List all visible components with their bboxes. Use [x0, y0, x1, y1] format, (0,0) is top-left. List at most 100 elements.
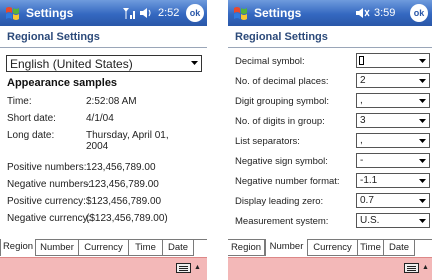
- page-title: Regional Settings: [7, 31, 100, 43]
- dropdown-button[interactable]: [188, 56, 201, 71]
- locale-dropdown[interactable]: English (United States): [6, 55, 202, 72]
- dropdown-button[interactable]: [416, 114, 429, 127]
- title-bar: Settings 2:52 ok: [0, 0, 207, 26]
- samples-heading: Appearance samples: [7, 77, 118, 89]
- sample-value-negative-currency: ($123,456,789.00): [86, 213, 168, 224]
- ok-button[interactable]: ok: [410, 4, 428, 22]
- chevron-down-icon: [419, 119, 426, 123]
- decimal-places-value: 2: [360, 75, 366, 86]
- ok-button[interactable]: ok: [186, 4, 204, 22]
- sample-value-long-date: Thursday, April 01, 2004: [86, 130, 169, 152]
- clock: 3:59: [374, 7, 396, 19]
- app-title: Settings: [254, 6, 302, 20]
- dropdown-button[interactable]: [416, 214, 429, 227]
- tab-date[interactable]: Date: [163, 240, 194, 256]
- sample-value-negative-numbers: -123,456,789.00: [86, 179, 159, 190]
- negative-number-format-combo[interactable]: -1.1: [356, 173, 430, 188]
- menu-bar: ▲: [228, 257, 432, 280]
- tab-currency[interactable]: Currency: [79, 240, 129, 256]
- dropdown-button[interactable]: [416, 74, 429, 87]
- dropdown-button[interactable]: [416, 194, 429, 207]
- sample-value-positive-currency: $123,456,789.00: [86, 196, 162, 207]
- windows-flag-icon[interactable]: [3, 3, 23, 23]
- input-menu-arrow-icon[interactable]: ▲: [194, 264, 201, 271]
- speaker-icon[interactable]: [355, 5, 371, 21]
- sample-label-time: Time:: [7, 96, 32, 107]
- sample-label-positive-numbers: Positive numbers:: [7, 162, 87, 173]
- digit-grouping-symbol-value: ,: [360, 95, 363, 106]
- signal-icon[interactable]: [120, 5, 154, 21]
- dropdown-button[interactable]: [416, 154, 429, 167]
- menu-bar: ▲: [0, 257, 207, 280]
- list-separators-combo[interactable]: ,: [356, 133, 430, 148]
- label-list-separators: List separators:: [235, 136, 300, 147]
- label-decimal-places: No. of decimal places:: [235, 76, 329, 87]
- divider: [0, 47, 207, 48]
- label-decimal-symbol: Decimal symbol:: [235, 56, 305, 67]
- list-separators-value: ,: [360, 135, 363, 146]
- dropdown-button[interactable]: [416, 94, 429, 107]
- screen-number-tab: Settings 3:59 ok Regional Settings Decim…: [228, 0, 432, 280]
- chevron-down-icon: [419, 159, 426, 163]
- digits-in-group-combo[interactable]: 3: [356, 113, 430, 128]
- divider: [228, 47, 432, 48]
- tab-region[interactable]: Region: [0, 239, 36, 256]
- sample-label-negative-numbers: Negative numbers:: [7, 179, 91, 190]
- chevron-down-icon: [419, 59, 426, 63]
- tab-number[interactable]: Number: [265, 239, 308, 256]
- locale-value: English (United States): [10, 57, 133, 71]
- keyboard-icon[interactable]: [176, 263, 191, 273]
- dropdown-button[interactable]: [416, 174, 429, 187]
- tab-region[interactable]: Region: [228, 240, 265, 256]
- screen-region-tab: Settings 2:52 ok Regional Settings Engli…: [0, 0, 207, 280]
- chevron-down-icon: [191, 61, 198, 65]
- label-display-leading-zero: Display leading zero:: [235, 196, 324, 207]
- text-cursor: [359, 56, 364, 65]
- chevron-down-icon: [419, 99, 426, 103]
- label-negative-sign-symbol: Negative sign symbol:: [235, 156, 328, 167]
- decimal-places-combo[interactable]: 2: [356, 73, 430, 88]
- chevron-down-icon: [419, 179, 426, 183]
- negative-sign-symbol-combo[interactable]: -: [356, 153, 430, 168]
- label-negative-number-format: Negative number format:: [235, 176, 340, 187]
- page-title: Regional Settings: [235, 31, 328, 43]
- display-leading-zero-value: 0.7: [360, 195, 374, 206]
- sample-value-time: 2:52:08 AM: [86, 96, 137, 107]
- input-menu-arrow-icon[interactable]: ▲: [422, 264, 429, 271]
- display-leading-zero-combo[interactable]: 0.7: [356, 193, 430, 208]
- chevron-down-icon: [419, 139, 426, 143]
- dropdown-button[interactable]: [416, 134, 429, 147]
- chevron-down-icon: [419, 79, 426, 83]
- chevron-down-icon: [419, 219, 426, 223]
- label-digit-grouping-symbol: Digit grouping symbol:: [235, 96, 329, 107]
- label-digits-in-group: No. of digits in group:: [235, 116, 325, 127]
- tab-number[interactable]: Number: [36, 240, 79, 256]
- tab-bar: Region Number Currency Time Date: [228, 239, 432, 256]
- title-bar: Settings 3:59 ok: [228, 0, 432, 26]
- digits-in-group-value: 3: [360, 115, 366, 126]
- sample-label-positive-currency: Positive currency:: [7, 196, 86, 207]
- label-measurement-system: Measurement system:: [235, 216, 329, 227]
- app-title: Settings: [26, 6, 74, 20]
- chevron-down-icon: [419, 199, 426, 203]
- negative-number-format-value: -1.1: [360, 175, 378, 186]
- sample-value-short-date: 4/1/04: [86, 113, 114, 124]
- sample-label-short-date: Short date:: [7, 113, 56, 124]
- tab-time[interactable]: Time: [129, 240, 163, 256]
- tab-bar: Region Number Currency Time Date: [0, 239, 207, 256]
- tab-currency[interactable]: Currency: [308, 240, 358, 256]
- dropdown-button[interactable]: [416, 54, 429, 67]
- decimal-symbol-combo[interactable]: [356, 53, 430, 68]
- measurement-system-value: U.S.: [360, 215, 380, 226]
- measurement-system-combo[interactable]: U.S.: [356, 213, 430, 228]
- negative-sign-symbol-value: -: [360, 155, 364, 166]
- sample-value-positive-numbers: 123,456,789.00: [86, 162, 156, 173]
- keyboard-icon[interactable]: [404, 263, 419, 273]
- windows-flag-icon[interactable]: [231, 3, 251, 23]
- tab-date[interactable]: Date: [384, 240, 415, 256]
- sample-label-long-date: Long date:: [7, 130, 55, 141]
- digit-grouping-symbol-combo[interactable]: ,: [356, 93, 430, 108]
- clock: 2:52: [158, 7, 180, 19]
- tab-time[interactable]: Time: [358, 240, 384, 256]
- sample-label-negative-currency: Negative currency:: [7, 213, 91, 224]
